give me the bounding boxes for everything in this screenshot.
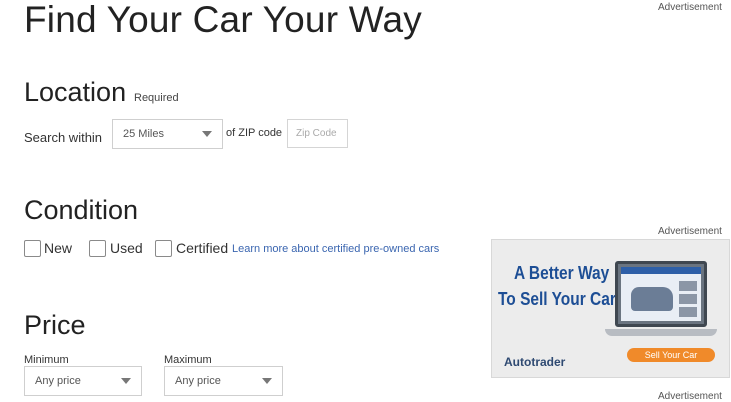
- radius-select-value: 25 Miles: [123, 128, 164, 140]
- minimum-price-value: Any price: [35, 375, 81, 387]
- required-label: Required: [134, 92, 179, 104]
- learn-more-certified-link[interactable]: Learn more about certified pre-owned car…: [232, 243, 439, 255]
- autotrader-ad-banner[interactable]: A Better Way To Sell Your Car Autotrader…: [491, 239, 730, 378]
- zip-code-label: of ZIP code: [226, 127, 283, 139]
- certified-checkbox-label[interactable]: Certified: [176, 240, 228, 256]
- ad-headline-1: A Better Way: [514, 263, 610, 283]
- radius-select[interactable]: 25 Miles: [112, 119, 223, 149]
- used-checkbox[interactable]: [89, 240, 106, 257]
- location-heading: Location: [24, 77, 127, 107]
- advertisement-label-top: Advertisement: [658, 2, 722, 13]
- page-title: Find Your Car Your Way: [24, 0, 422, 40]
- zip-code-input[interactable]: [287, 119, 348, 148]
- advertisement-label-side: Advertisement: [658, 226, 722, 237]
- advertisement-label-bottom: Advertisement: [658, 391, 722, 402]
- sell-your-car-button[interactable]: Sell Your Car: [627, 348, 715, 362]
- chevron-down-icon: [202, 131, 212, 137]
- new-checkbox-label[interactable]: New: [44, 240, 72, 256]
- maximum-price-select[interactable]: Any price: [164, 366, 283, 396]
- maximum-price-label: Maximum: [164, 354, 212, 366]
- used-checkbox-label[interactable]: Used: [110, 240, 143, 256]
- autotrader-logo: Autotrader: [504, 355, 566, 369]
- condition-heading: Condition: [24, 195, 139, 225]
- laptop-image: [615, 261, 707, 327]
- minimum-price-select[interactable]: Any price: [24, 366, 142, 396]
- search-within-label: Search within: [24, 130, 103, 145]
- car-icon: [631, 287, 673, 311]
- certified-checkbox[interactable]: [155, 240, 172, 257]
- chevron-down-icon: [121, 378, 131, 384]
- price-heading: Price: [24, 310, 86, 340]
- chevron-down-icon: [262, 378, 272, 384]
- new-checkbox[interactable]: [24, 240, 41, 257]
- minimum-price-label: Minimum: [24, 354, 69, 366]
- ad-headline-2: To Sell Your Car: [498, 289, 616, 309]
- maximum-price-value: Any price: [175, 375, 221, 387]
